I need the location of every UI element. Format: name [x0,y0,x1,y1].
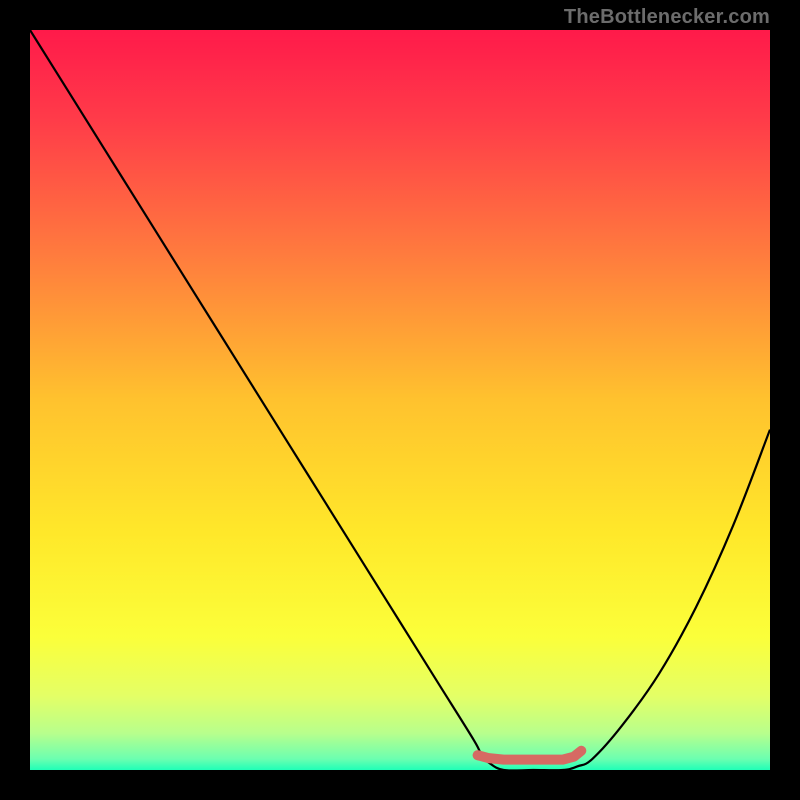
plot-area [30,30,770,770]
chart-container: TheBottlenecker.com [0,0,800,800]
bottleneck-curve [30,30,770,770]
flat-segment-marker-line [478,751,582,760]
watermark-text: TheBottlenecker.com [564,6,770,29]
flat-segment-marker-dot [473,750,483,760]
curve-layer [30,30,770,770]
